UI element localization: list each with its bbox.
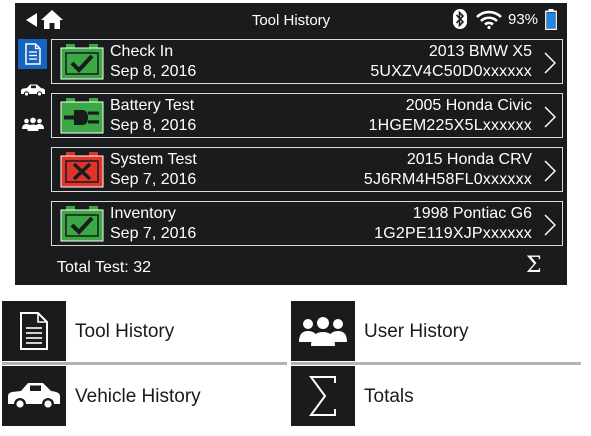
row-test-type: System Test: [110, 151, 197, 168]
car-icon: [20, 84, 45, 97]
row-vehicle: 1998 Pontiac G6: [412, 205, 532, 222]
row-vin: 5J6RM4H58FL0xxxxxx: [363, 171, 532, 188]
row-vehicle: 2013 BMW X5: [428, 43, 532, 60]
legend-icon-box: [291, 366, 355, 426]
document-icon: [20, 312, 48, 350]
legend-label: User History: [364, 321, 469, 342]
chevron-right-icon: [544, 52, 556, 74]
users-icon: [299, 317, 347, 346]
users-icon: [21, 117, 44, 131]
legend-icon-box: [2, 301, 66, 361]
legend-icon-box: [291, 301, 355, 361]
check-icon: [60, 44, 104, 80]
legend-divider: [291, 362, 581, 365]
total-tests: Total Test: 32: [57, 259, 151, 276]
bluetooth-icon: [453, 9, 467, 29]
legend-label: Tool History: [75, 321, 175, 342]
legend-divider: [2, 362, 287, 365]
tab-user-history[interactable]: [18, 109, 47, 139]
legend-totals: Totals: [291, 366, 581, 426]
legend-icon-box: [2, 366, 66, 426]
history-row-1[interactable]: Check In Sep 8, 2016 2013 BMW X5 5UXZV4C…: [51, 39, 563, 84]
legend-user-history: User History: [291, 301, 581, 361]
row-vin: 5UXZV4C50D0xxxxxx: [370, 63, 532, 80]
row-test-type: Inventory: [110, 205, 176, 222]
legend-label: Vehicle History: [75, 386, 201, 407]
legend-tool-history: Tool History: [2, 301, 287, 361]
row-date: Sep 7, 2016: [110, 171, 197, 188]
history-row-3[interactable]: System Test Sep 7, 2016 2015 Honda CRV 5…: [51, 147, 563, 192]
legend-label: Totals: [364, 386, 414, 407]
row-vin: 1HGEM225X5Lxxxxxx: [368, 117, 532, 134]
history-row-4[interactable]: Inventory Sep 7, 2016 1998 Pontiac G6 1G…: [51, 201, 563, 246]
chevron-right-icon: [544, 214, 556, 236]
tab-tool-history[interactable]: [18, 39, 47, 69]
tool-screen: Tool History 93% Check In Sep 8, 2016 20…: [15, 3, 567, 285]
chevron-right-icon: [544, 160, 556, 182]
tab-vehicle-history[interactable]: [18, 75, 47, 105]
status-bar: Tool History 93%: [15, 3, 567, 36]
row-date: Sep 8, 2016: [110, 117, 197, 134]
row-vehicle: 2005 Honda Civic: [405, 97, 532, 114]
chevron-right-icon: [544, 106, 556, 128]
history-row-2[interactable]: Battery Test Sep 8, 2016 2005 Honda Civi…: [51, 93, 563, 138]
row-vehicle: 2015 Honda CRV: [406, 151, 532, 168]
row-vin: 1G2PE119XJPxxxxxx: [374, 225, 532, 242]
document-icon: [24, 43, 41, 65]
row-date: Sep 8, 2016: [110, 63, 197, 80]
row-date: Sep 7, 2016: [110, 225, 197, 242]
battery-percent: 93%: [508, 11, 539, 28]
row-test-type: Check In: [110, 43, 174, 60]
battery-icon: [545, 9, 557, 30]
x-icon: [60, 152, 104, 188]
totals-button[interactable]: Σ: [526, 253, 542, 278]
legend-vehicle-history: Vehicle History: [2, 366, 287, 426]
sigma-icon: [309, 376, 336, 416]
check-icon: [60, 206, 104, 242]
car-icon: [8, 383, 60, 410]
row-test-type: Battery Test: [110, 97, 195, 114]
wifi-icon: [476, 10, 502, 29]
plug-icon: [60, 98, 104, 134]
